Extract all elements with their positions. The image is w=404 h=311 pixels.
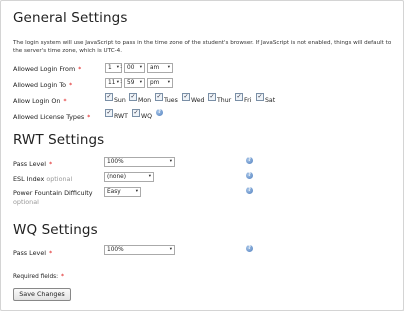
sat-label: Sat (265, 97, 276, 104)
help-icon[interactable]: ? (246, 172, 253, 179)
chevron-down-icon: ▾ (148, 174, 151, 179)
thur-label: Thur (217, 97, 232, 104)
chevron-down-icon: ▾ (139, 80, 142, 85)
mon-label: Mon (138, 97, 152, 104)
login-to-minute-select[interactable]: 59 ▾ (124, 78, 145, 88)
required-mark: * (49, 250, 53, 257)
rwt-pass-level-select[interactable]: 100% ▾ (104, 157, 175, 167)
help-icon[interactable]: ? (156, 109, 163, 116)
chevron-down-icon: ▾ (139, 65, 142, 70)
chevron-down-icon: ▾ (116, 80, 119, 85)
tues-label: Tues (164, 97, 178, 104)
chevron-down-icon: ▾ (116, 65, 119, 70)
rwt-settings-heading: RWT Settings (13, 132, 105, 148)
login-from-label: Allowed Login From * (13, 65, 82, 73)
fri-checkbox[interactable]: ✓ (235, 93, 243, 101)
license-types-label: Allowed License Types * (13, 113, 91, 121)
settings-panel: General Settings The login system will u… (0, 0, 404, 311)
sun-checkbox[interactable]: ✓ (105, 93, 113, 101)
wq-pass-level-select[interactable]: 100% ▾ (104, 245, 175, 255)
sat-checkbox[interactable]: ✓ (256, 93, 264, 101)
esl-index-select[interactable]: (none) ▾ (104, 172, 154, 182)
login-from-ampm-select[interactable]: am ▾ (147, 63, 173, 73)
save-changes-button[interactable]: Save Changes (13, 288, 71, 301)
fri-label: Fri (244, 97, 252, 104)
required-mark: * (60, 273, 64, 280)
chevron-down-icon: ▾ (169, 159, 172, 164)
optional-tag: optional (46, 175, 73, 183)
chevron-down-icon: ▾ (169, 247, 172, 252)
chevron-down-icon: ▾ (135, 189, 138, 194)
thur-checkbox[interactable]: ✓ (208, 93, 216, 101)
wq-label: WQ (141, 113, 152, 120)
optional-tag: optional (13, 198, 39, 206)
time-separator: : (120, 63, 123, 70)
wed-label: Wed (191, 97, 205, 104)
help-icon[interactable]: ? (246, 187, 253, 194)
general-settings-heading: General Settings (13, 10, 128, 26)
rwt-pass-level-label: Pass Level * (13, 160, 53, 168)
wq-checkbox[interactable]: ✓ (132, 109, 140, 117)
help-icon[interactable]: ? (246, 157, 253, 164)
wq-settings-heading: WQ Settings (13, 222, 98, 238)
mon-checkbox[interactable]: ✓ (129, 93, 137, 101)
login-to-label: Allowed Login To * (13, 81, 73, 89)
esl-index-label: ESL Index optional (13, 175, 73, 183)
required-mark: * (87, 114, 91, 121)
tues-checkbox[interactable]: ✓ (155, 93, 163, 101)
timezone-note: The login system will use JavaScript to … (13, 40, 392, 54)
required-mark: * (78, 66, 82, 73)
required-fields-note: Required fields: * (13, 273, 64, 280)
login-to-ampm-select[interactable]: pm ▾ (147, 78, 173, 88)
power-fountain-label: Power Fountain Difficulty (13, 189, 93, 197)
wed-checkbox[interactable]: ✓ (182, 93, 190, 101)
required-mark: * (69, 82, 73, 89)
power-fountain-select[interactable]: Easy ▾ (104, 187, 141, 197)
time-separator: : (120, 78, 123, 85)
login-from-minute-select[interactable]: 00 ▾ (124, 63, 145, 73)
required-mark: * (49, 161, 53, 168)
help-icon[interactable]: ? (246, 245, 253, 252)
rwt-label: RWT (114, 113, 128, 120)
chevron-down-icon: ▾ (167, 80, 170, 85)
login-on-label: Allow Login On * (13, 97, 67, 105)
chevron-down-icon: ▾ (167, 65, 170, 70)
rwt-checkbox[interactable]: ✓ (105, 109, 113, 117)
required-mark: * (63, 98, 67, 105)
sun-label: Sun (114, 97, 126, 104)
wq-pass-level-label: Pass Level * (13, 249, 53, 257)
